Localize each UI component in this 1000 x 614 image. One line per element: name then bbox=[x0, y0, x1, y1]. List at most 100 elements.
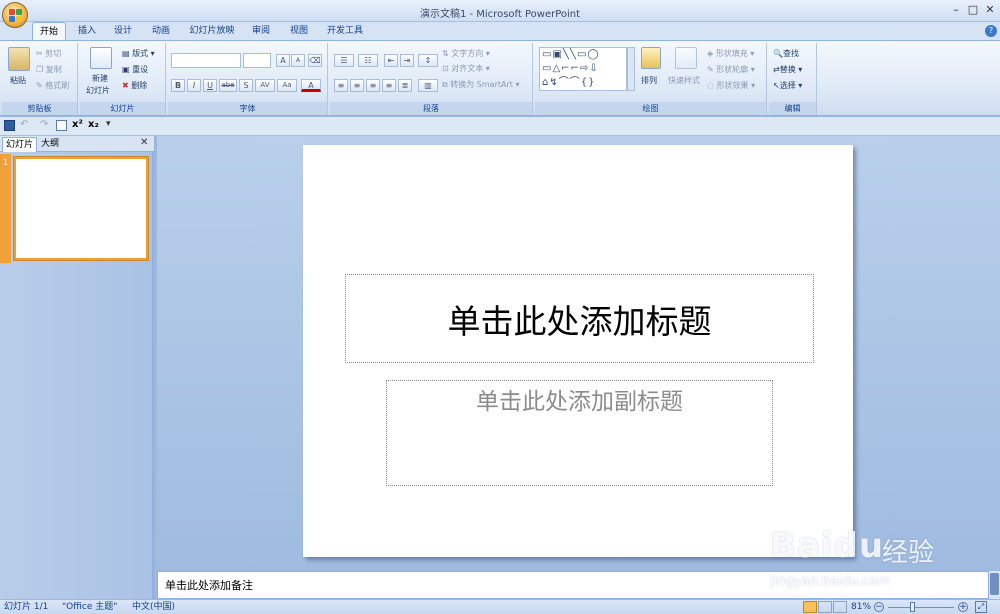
new-slide-label-1[interactable]: 新建 bbox=[92, 73, 108, 84]
bold-button[interactable]: B bbox=[171, 79, 185, 92]
watermark-brand-cn: 经验 bbox=[882, 538, 935, 568]
layout-button[interactable]: ▤ 版式 ▾ bbox=[122, 48, 155, 59]
justify-icon[interactable]: ≡ bbox=[382, 79, 396, 92]
subscript-icon[interactable]: x₂ bbox=[88, 119, 99, 130]
text-direction-button[interactable]: ⇅ 文字方向 ▾ bbox=[442, 48, 490, 59]
superscript-icon[interactable]: x² bbox=[72, 119, 83, 130]
tab-review[interactable]: 审阅 bbox=[244, 22, 278, 40]
ribbon-tabs: 开始 插入 设计 动画 幻灯片放映 审阅 视图 开发工具 ? bbox=[0, 22, 1000, 40]
print-preview-icon[interactable] bbox=[56, 120, 67, 131]
shape-outline-button[interactable]: ✎ 形状轮廓 ▾ bbox=[707, 64, 755, 75]
copy-button[interactable]: ❐ 复制 bbox=[36, 64, 62, 75]
quick-styles-button[interactable]: 快速样式 bbox=[668, 75, 700, 86]
title-placeholder-text: 单击此处添加标题 bbox=[447, 302, 712, 341]
zoom-slider[interactable] bbox=[888, 607, 954, 608]
panel-splitter[interactable] bbox=[152, 152, 154, 599]
tab-home[interactable]: 开始 bbox=[32, 22, 66, 40]
font-size-select[interactable] bbox=[243, 53, 271, 68]
title-placeholder[interactable]: 单击此处添加标题 bbox=[345, 274, 814, 363]
shape-fill-button[interactable]: ◈ 形状填充 ▾ bbox=[707, 48, 754, 59]
vertical-scrollbar[interactable] bbox=[989, 571, 1000, 599]
status-theme[interactable]: "Office 主题" bbox=[62, 601, 117, 614]
new-slide-label-2[interactable]: 幻灯片 bbox=[86, 85, 110, 96]
customize-qat-icon[interactable]: ▾ bbox=[106, 119, 111, 129]
slideshow-view-icon[interactable] bbox=[833, 601, 847, 613]
status-slide-count: 幻灯片 1/1 bbox=[4, 602, 49, 612]
smartart-button[interactable]: ⧉ 转换为 SmartArt ▾ bbox=[442, 79, 519, 90]
scrollbar-thumb[interactable] bbox=[990, 573, 999, 595]
grow-font-button[interactable]: A bbox=[276, 54, 290, 67]
subtitle-placeholder[interactable]: 单击此处添加副标题 bbox=[386, 380, 773, 486]
tab-outline-panel[interactable]: 大纲 bbox=[38, 137, 62, 152]
strikethrough-button[interactable]: abe bbox=[219, 79, 237, 92]
group-paragraph: ☰ ☷ ⇤ ⇥ ↕ ≡ ≡ ≡ ≡ ≣ ▥ ⇅ 文字方向 ▾ ⊡ 对齐文本 ▾ … bbox=[330, 43, 533, 115]
align-left-icon[interactable]: ≡ bbox=[334, 79, 348, 92]
normal-view-icon[interactable] bbox=[803, 601, 817, 613]
reset-button[interactable]: ▣ 重设 bbox=[122, 64, 148, 75]
save-icon[interactable] bbox=[4, 120, 15, 131]
columns-icon[interactable]: ▥ bbox=[418, 79, 438, 92]
find-button[interactable]: 🔍查找 bbox=[773, 48, 799, 59]
delete-slide-button[interactable]: ✖ 删除 bbox=[122, 80, 147, 91]
slide-thumbnail[interactable] bbox=[14, 157, 148, 260]
align-text-label: 对齐文本 bbox=[451, 64, 484, 73]
numbering-icon[interactable]: ☷ bbox=[358, 54, 378, 67]
tab-slideshow[interactable]: 幻灯片放映 bbox=[184, 22, 240, 40]
tab-design[interactable]: 设计 bbox=[106, 22, 140, 40]
minimize-button[interactable]: – bbox=[949, 4, 963, 18]
fit-to-window-icon[interactable]: ⤢ bbox=[975, 601, 987, 613]
office-button[interactable] bbox=[2, 2, 28, 28]
watermark-url: jingyan.baidu.com bbox=[770, 574, 890, 589]
replace-button[interactable]: ⇄替换 ▾ bbox=[773, 64, 802, 75]
tab-animations[interactable]: 动画 bbox=[144, 22, 178, 40]
underline-button[interactable]: U bbox=[203, 79, 217, 92]
close-button[interactable]: ✕ bbox=[983, 4, 997, 18]
zoom-slider-thumb[interactable] bbox=[910, 602, 915, 612]
zoom-level[interactable]: 81% bbox=[851, 601, 871, 614]
shapes-gallery[interactable]: ▭▣╲╲▭◯ ▭△⌐⌐⇨⇩ ⌂↯⌒⌒{} bbox=[539, 47, 627, 91]
slide-sorter-view-icon[interactable] bbox=[818, 601, 832, 613]
zoom-out-icon[interactable]: − bbox=[874, 602, 884, 612]
format-painter-button[interactable]: ✎ 格式刷 bbox=[36, 80, 69, 91]
text-direction-label: 文字方向 bbox=[451, 49, 484, 58]
bullets-icon[interactable]: ☰ bbox=[334, 54, 354, 67]
shape-effects-button[interactable]: ◌ 形状效果 ▾ bbox=[707, 80, 755, 91]
align-text-button[interactable]: ⊡ 对齐文本 ▾ bbox=[442, 63, 490, 74]
shapes-scroll[interactable] bbox=[627, 47, 635, 91]
status-language[interactable]: 中文(中国) bbox=[132, 601, 175, 614]
paste-button[interactable]: 粘贴 bbox=[10, 75, 26, 86]
font-name-select[interactable] bbox=[171, 53, 241, 68]
tab-insert[interactable]: 插入 bbox=[70, 22, 104, 40]
decrease-indent-icon[interactable]: ⇤ bbox=[384, 54, 398, 67]
tab-view[interactable]: 视图 bbox=[282, 22, 316, 40]
cut-button[interactable]: ✂ 剪切 bbox=[36, 48, 61, 59]
increase-indent-icon[interactable]: ⇥ bbox=[400, 54, 414, 67]
replace-label: 替换 bbox=[779, 65, 796, 74]
arrange-button[interactable]: 排列 bbox=[641, 75, 657, 86]
tab-developer[interactable]: 开发工具 bbox=[322, 22, 368, 40]
select-button[interactable]: ↖选择 ▾ bbox=[773, 80, 802, 91]
redo-icon[interactable]: ↷ bbox=[40, 119, 48, 130]
tab-slides-panel[interactable]: 幻灯片 bbox=[2, 137, 38, 152]
line-spacing-icon[interactable]: ↕ bbox=[418, 54, 438, 67]
find-label: 查找 bbox=[782, 49, 799, 58]
shrink-font-button[interactable]: A bbox=[291, 54, 305, 67]
slide-workspace: 单击此处添加标题 单击此处添加副标题 bbox=[157, 136, 1000, 570]
zoom-in-icon[interactable]: + bbox=[958, 602, 968, 612]
shadow-button[interactable]: S bbox=[239, 79, 253, 92]
new-slide-icon bbox=[90, 47, 112, 69]
align-center-icon[interactable]: ≡ bbox=[350, 79, 364, 92]
slide-canvas[interactable]: 单击此处添加标题 单击此处添加副标题 bbox=[303, 145, 853, 557]
help-icon[interactable]: ? bbox=[985, 25, 997, 37]
status-bar: 幻灯片 1/1 "Office 主题" 中文(中国) 81% − + ⤢ bbox=[0, 599, 1000, 614]
undo-icon[interactable]: ↶ bbox=[20, 119, 28, 130]
maximize-button[interactable]: □ bbox=[966, 4, 980, 18]
align-right-icon[interactable]: ≡ bbox=[366, 79, 380, 92]
char-spacing-button[interactable]: AV bbox=[255, 79, 275, 92]
clear-format-button[interactable]: ⌫ bbox=[308, 54, 322, 67]
distribute-icon[interactable]: ≣ bbox=[398, 79, 412, 92]
panel-close-icon[interactable]: ✕ bbox=[140, 137, 148, 148]
change-case-button[interactable]: Aa bbox=[277, 79, 297, 92]
font-color-button[interactable]: A bbox=[301, 79, 321, 92]
italic-button[interactable]: I bbox=[187, 79, 201, 92]
